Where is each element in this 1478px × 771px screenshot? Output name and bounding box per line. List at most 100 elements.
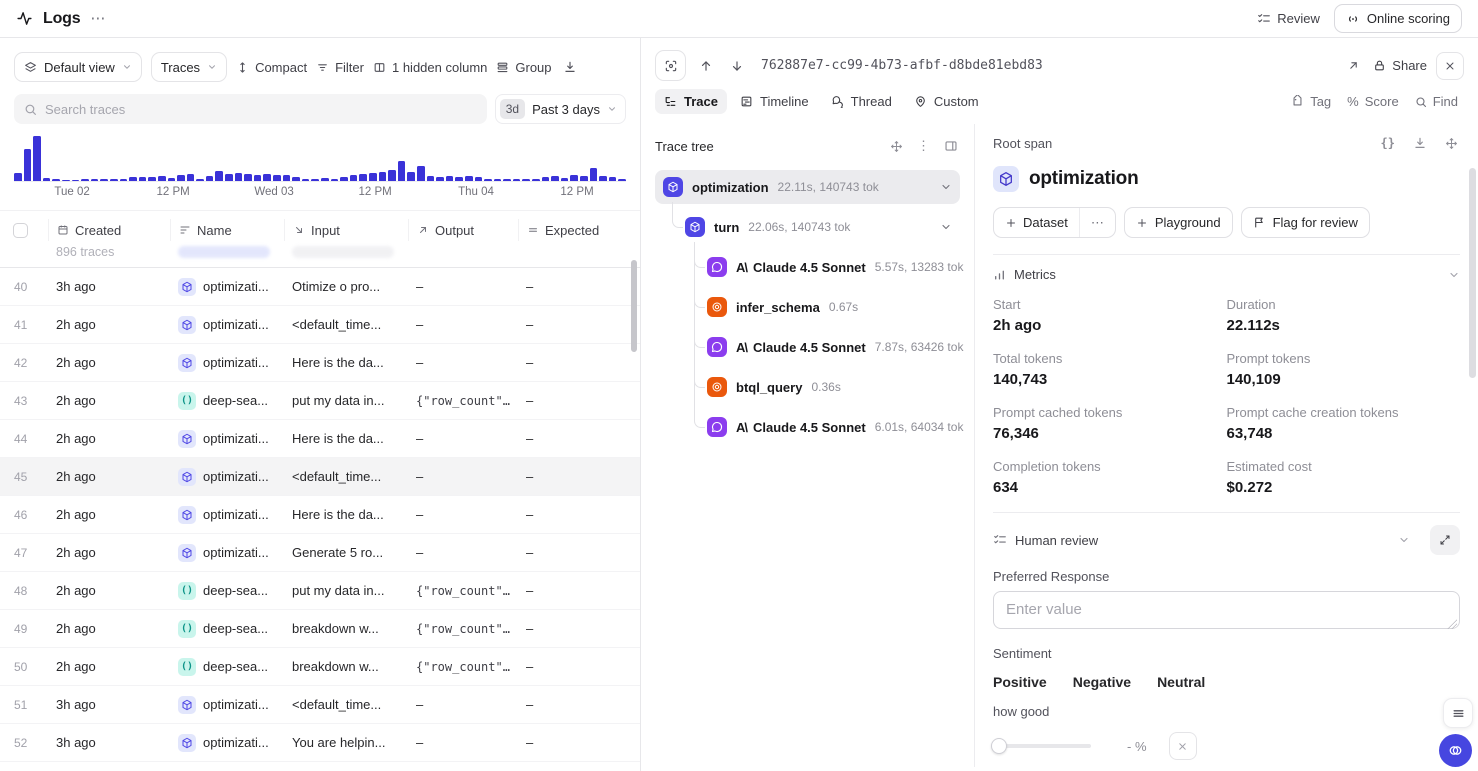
histogram-bar[interactable] bbox=[215, 171, 223, 181]
preferred-response-input[interactable] bbox=[993, 591, 1460, 629]
histogram-bar[interactable] bbox=[302, 179, 310, 181]
tree-item[interactable]: A\Claude 4.5 Sonnet7.87s, 63426 tok bbox=[699, 330, 960, 364]
histogram-bar[interactable] bbox=[570, 175, 578, 181]
traces-dropdown[interactable]: Traces bbox=[151, 52, 227, 82]
page-menu-button[interactable]: ⋯ bbox=[90, 11, 105, 26]
histogram-bar[interactable] bbox=[350, 175, 358, 181]
tree-item[interactable]: turn22.06s, 140743 tok bbox=[677, 210, 960, 244]
histogram-bar[interactable] bbox=[542, 177, 550, 181]
table-row[interactable]: 432h ago()deep-sea...put my data in...{"… bbox=[0, 382, 640, 420]
close-panel-button[interactable] bbox=[1436, 52, 1464, 80]
compact-toggle[interactable]: Compact bbox=[236, 60, 307, 75]
collapse-panel-button[interactable] bbox=[942, 137, 960, 155]
group-button[interactable]: Group bbox=[496, 60, 551, 75]
clear-score-button[interactable] bbox=[1169, 732, 1197, 760]
find-button[interactable]: Find bbox=[1409, 90, 1464, 113]
previous-trace-button[interactable] bbox=[695, 55, 717, 77]
add-to-dataset-button[interactable]: Dataset bbox=[994, 208, 1079, 237]
how-good-slider[interactable] bbox=[993, 744, 1091, 748]
slider-knob[interactable] bbox=[991, 738, 1007, 754]
histogram-bar[interactable] bbox=[532, 179, 540, 181]
filter-button[interactable]: Filter bbox=[316, 60, 364, 75]
histogram-bar[interactable] bbox=[33, 136, 41, 181]
histogram-bar[interactable] bbox=[551, 176, 559, 181]
histogram-bar[interactable] bbox=[168, 178, 176, 181]
tree-menu-button[interactable]: ⋮ bbox=[915, 136, 932, 156]
table-row[interactable]: 452h agooptimizati...<default_time...–– bbox=[0, 458, 640, 496]
histogram-bar[interactable] bbox=[379, 172, 387, 181]
detail-scrollbar[interactable] bbox=[1469, 168, 1476, 378]
column-header-expected[interactable]: Expected bbox=[518, 219, 640, 241]
histogram-bar[interactable] bbox=[81, 179, 89, 181]
histogram-bar[interactable] bbox=[43, 178, 51, 181]
histogram-bar[interactable] bbox=[340, 177, 348, 181]
histogram-bar[interactable] bbox=[158, 176, 166, 181]
histogram-bar[interactable] bbox=[292, 177, 300, 181]
table-row[interactable]: 422h agooptimizati...Here is the da...–– bbox=[0, 344, 640, 382]
histogram-bar[interactable] bbox=[100, 179, 108, 181]
table-row[interactable]: 513h agooptimizati...<default_time...–– bbox=[0, 686, 640, 724]
histogram-bar[interactable] bbox=[484, 179, 492, 181]
move-span-button[interactable] bbox=[1443, 135, 1460, 152]
table-row[interactable]: 403h agooptimizati...Otimize o pro...–– bbox=[0, 268, 640, 306]
tree-item[interactable]: A\Claude 4.5 Sonnet5.57s, 13283 tok bbox=[699, 250, 960, 284]
histogram-bar[interactable] bbox=[139, 177, 147, 182]
focus-span-button[interactable] bbox=[655, 50, 686, 81]
histogram-bar[interactable] bbox=[235, 173, 243, 181]
sentiment-negative-button[interactable]: Negative bbox=[1073, 674, 1131, 690]
tab-timeline[interactable]: Timeline bbox=[731, 89, 818, 114]
histogram-bar[interactable] bbox=[283, 175, 291, 181]
histogram-bar[interactable] bbox=[359, 174, 367, 181]
histogram-bar[interactable] bbox=[609, 177, 617, 181]
open-fullscreen-button[interactable] bbox=[1343, 55, 1364, 76]
table-row[interactable]: 472h agooptimizati...Generate 5 ro...–– bbox=[0, 534, 640, 572]
column-header-output[interactable]: Output bbox=[408, 219, 518, 241]
score-button[interactable]: % Score bbox=[1341, 90, 1405, 113]
view-dropdown[interactable]: Default view bbox=[14, 52, 142, 82]
histogram-bar[interactable] bbox=[436, 177, 444, 182]
table-scrollbar[interactable] bbox=[631, 260, 637, 352]
select-all-checkbox[interactable] bbox=[13, 223, 28, 238]
histogram-bar[interactable] bbox=[196, 179, 204, 181]
histogram-bar[interactable] bbox=[513, 179, 521, 181]
tag-button[interactable]: Tag bbox=[1285, 90, 1337, 113]
histogram-bar[interactable] bbox=[148, 177, 156, 181]
histogram-bar[interactable] bbox=[427, 176, 435, 181]
sentiment-positive-button[interactable]: Positive bbox=[993, 674, 1047, 690]
expand-review-button[interactable] bbox=[1430, 525, 1460, 555]
tab-thread[interactable]: Thread bbox=[822, 89, 901, 114]
histogram-bar[interactable] bbox=[398, 161, 406, 181]
histogram-bar[interactable] bbox=[206, 176, 214, 181]
histogram-bar[interactable] bbox=[110, 179, 118, 181]
export-button[interactable] bbox=[561, 58, 579, 76]
table-row[interactable]: 462h agooptimizati...Here is the da...–– bbox=[0, 496, 640, 534]
histogram-bar[interactable] bbox=[120, 179, 128, 181]
histogram-bar[interactable] bbox=[244, 174, 252, 181]
chevron-down-icon[interactable] bbox=[940, 221, 952, 233]
next-trace-button[interactable] bbox=[726, 55, 748, 77]
histogram-bar[interactable] bbox=[62, 180, 70, 181]
chevron-down-icon[interactable] bbox=[940, 181, 952, 193]
table-row[interactable]: 523h agooptimizati...You are helpin...–– bbox=[0, 724, 640, 762]
histogram-bar[interactable] bbox=[263, 174, 271, 181]
help-widget-button[interactable] bbox=[1439, 734, 1472, 767]
histogram-bar[interactable] bbox=[618, 179, 626, 181]
resize-handle[interactable] bbox=[1447, 619, 1457, 629]
tab-custom[interactable]: Custom bbox=[905, 89, 988, 114]
histogram-bar[interactable] bbox=[91, 179, 99, 181]
histogram-bar[interactable] bbox=[580, 176, 588, 181]
histogram-bar[interactable] bbox=[465, 176, 473, 181]
tab-trace[interactable]: Trace bbox=[655, 89, 727, 114]
histogram-bar[interactable] bbox=[522, 179, 530, 181]
floating-menu-button[interactable] bbox=[1443, 698, 1473, 728]
tree-item[interactable]: infer_schema0.67s bbox=[699, 290, 960, 324]
online-scoring-button[interactable]: Online scoring bbox=[1334, 4, 1462, 33]
move-handle-button[interactable] bbox=[888, 138, 905, 155]
table-row[interactable]: 492h ago()deep-sea...breakdown w...{"row… bbox=[0, 610, 640, 648]
search-input[interactable] bbox=[45, 102, 477, 117]
sentiment-neutral-button[interactable]: Neutral bbox=[1157, 674, 1205, 690]
table-row[interactable]: 482h ago()deep-sea...put my data in...{"… bbox=[0, 572, 640, 610]
histogram-bar[interactable] bbox=[225, 174, 233, 181]
histogram-bar[interactable] bbox=[599, 176, 607, 181]
histogram-bar[interactable] bbox=[417, 166, 425, 181]
